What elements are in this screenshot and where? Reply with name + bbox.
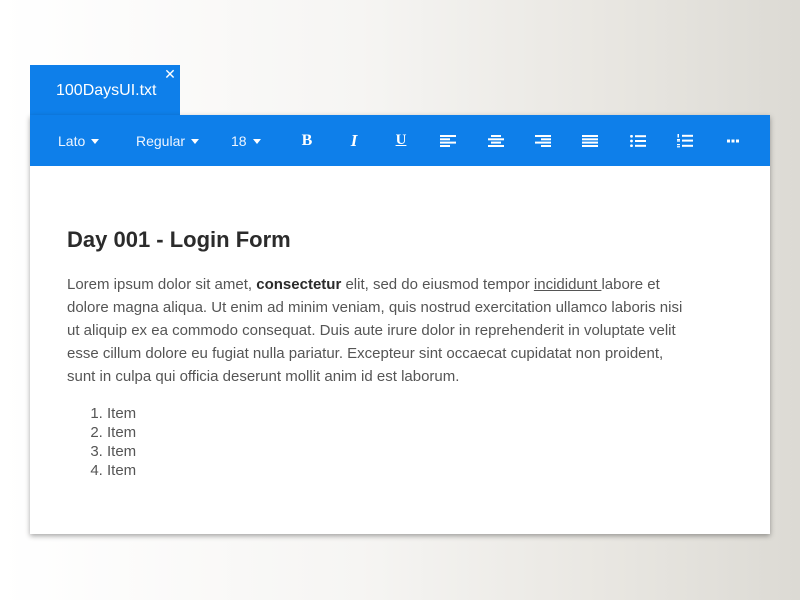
paragraph-text: elit, sed do eiusmod tempor xyxy=(341,276,534,293)
list-item: Item xyxy=(107,442,687,461)
underline-icon: U xyxy=(395,132,407,148)
bold-icon: B xyxy=(301,131,313,149)
chevron-down-icon xyxy=(252,138,261,144)
bold-text: consectetur xyxy=(256,276,342,293)
font-family-dropdown[interactable]: Lato xyxy=(58,115,100,166)
align-right-icon xyxy=(535,134,551,147)
align-left-button[interactable] xyxy=(435,115,461,166)
document-title: Day 001 - Login Form xyxy=(67,227,291,252)
numbered-list: Item Item Item Item xyxy=(67,404,687,480)
editor-window: Lato Regular 18 B I U Day 001 - Login Fo… xyxy=(30,115,770,534)
align-left-icon xyxy=(440,134,456,147)
numbered-list-icon xyxy=(677,133,693,147)
italic-icon: I xyxy=(350,130,358,150)
more-icon xyxy=(727,139,739,142)
align-justify-button[interactable] xyxy=(577,115,603,166)
more-options-button[interactable] xyxy=(720,115,746,166)
font-family-value: Lato xyxy=(58,132,86,149)
align-center-icon xyxy=(488,134,504,147)
file-tab-label: 100DaysUI.txt xyxy=(56,82,157,99)
chevron-down-icon xyxy=(91,138,100,144)
chevron-down-icon xyxy=(191,138,200,144)
list-item: Item xyxy=(107,423,687,442)
font-size-value: 18 xyxy=(231,132,247,149)
file-tab[interactable]: 100DaysUI.txt ✕ xyxy=(30,65,180,117)
list-item: Item xyxy=(107,404,687,423)
font-weight-dropdown[interactable]: Regular xyxy=(136,115,200,166)
align-justify-icon xyxy=(582,134,598,147)
bullet-list-button[interactable] xyxy=(625,115,651,166)
bullet-list-icon xyxy=(630,134,646,147)
document-body[interactable]: Day 001 - Login Form Lorem ipsum dolor s… xyxy=(67,227,687,480)
formatting-toolbar: Lato Regular 18 B I U xyxy=(30,115,770,166)
italic-button[interactable]: I xyxy=(341,115,367,166)
list-item: Item xyxy=(107,461,687,480)
close-icon[interactable]: ✕ xyxy=(163,66,177,82)
bold-button[interactable]: B xyxy=(294,115,320,166)
paragraph-text: Lorem ipsum dolor sit amet, xyxy=(67,276,257,293)
align-right-button[interactable] xyxy=(530,115,556,166)
numbered-list-button[interactable] xyxy=(672,115,698,166)
font-weight-value: Regular xyxy=(136,132,186,149)
align-center-button[interactable] xyxy=(483,115,509,166)
underlined-text: incididunt xyxy=(533,276,602,293)
document-paragraph: Lorem ipsum dolor sit amet, consectetur … xyxy=(67,273,687,388)
underline-button[interactable]: U xyxy=(388,115,414,166)
font-size-dropdown[interactable]: 18 xyxy=(231,115,261,166)
